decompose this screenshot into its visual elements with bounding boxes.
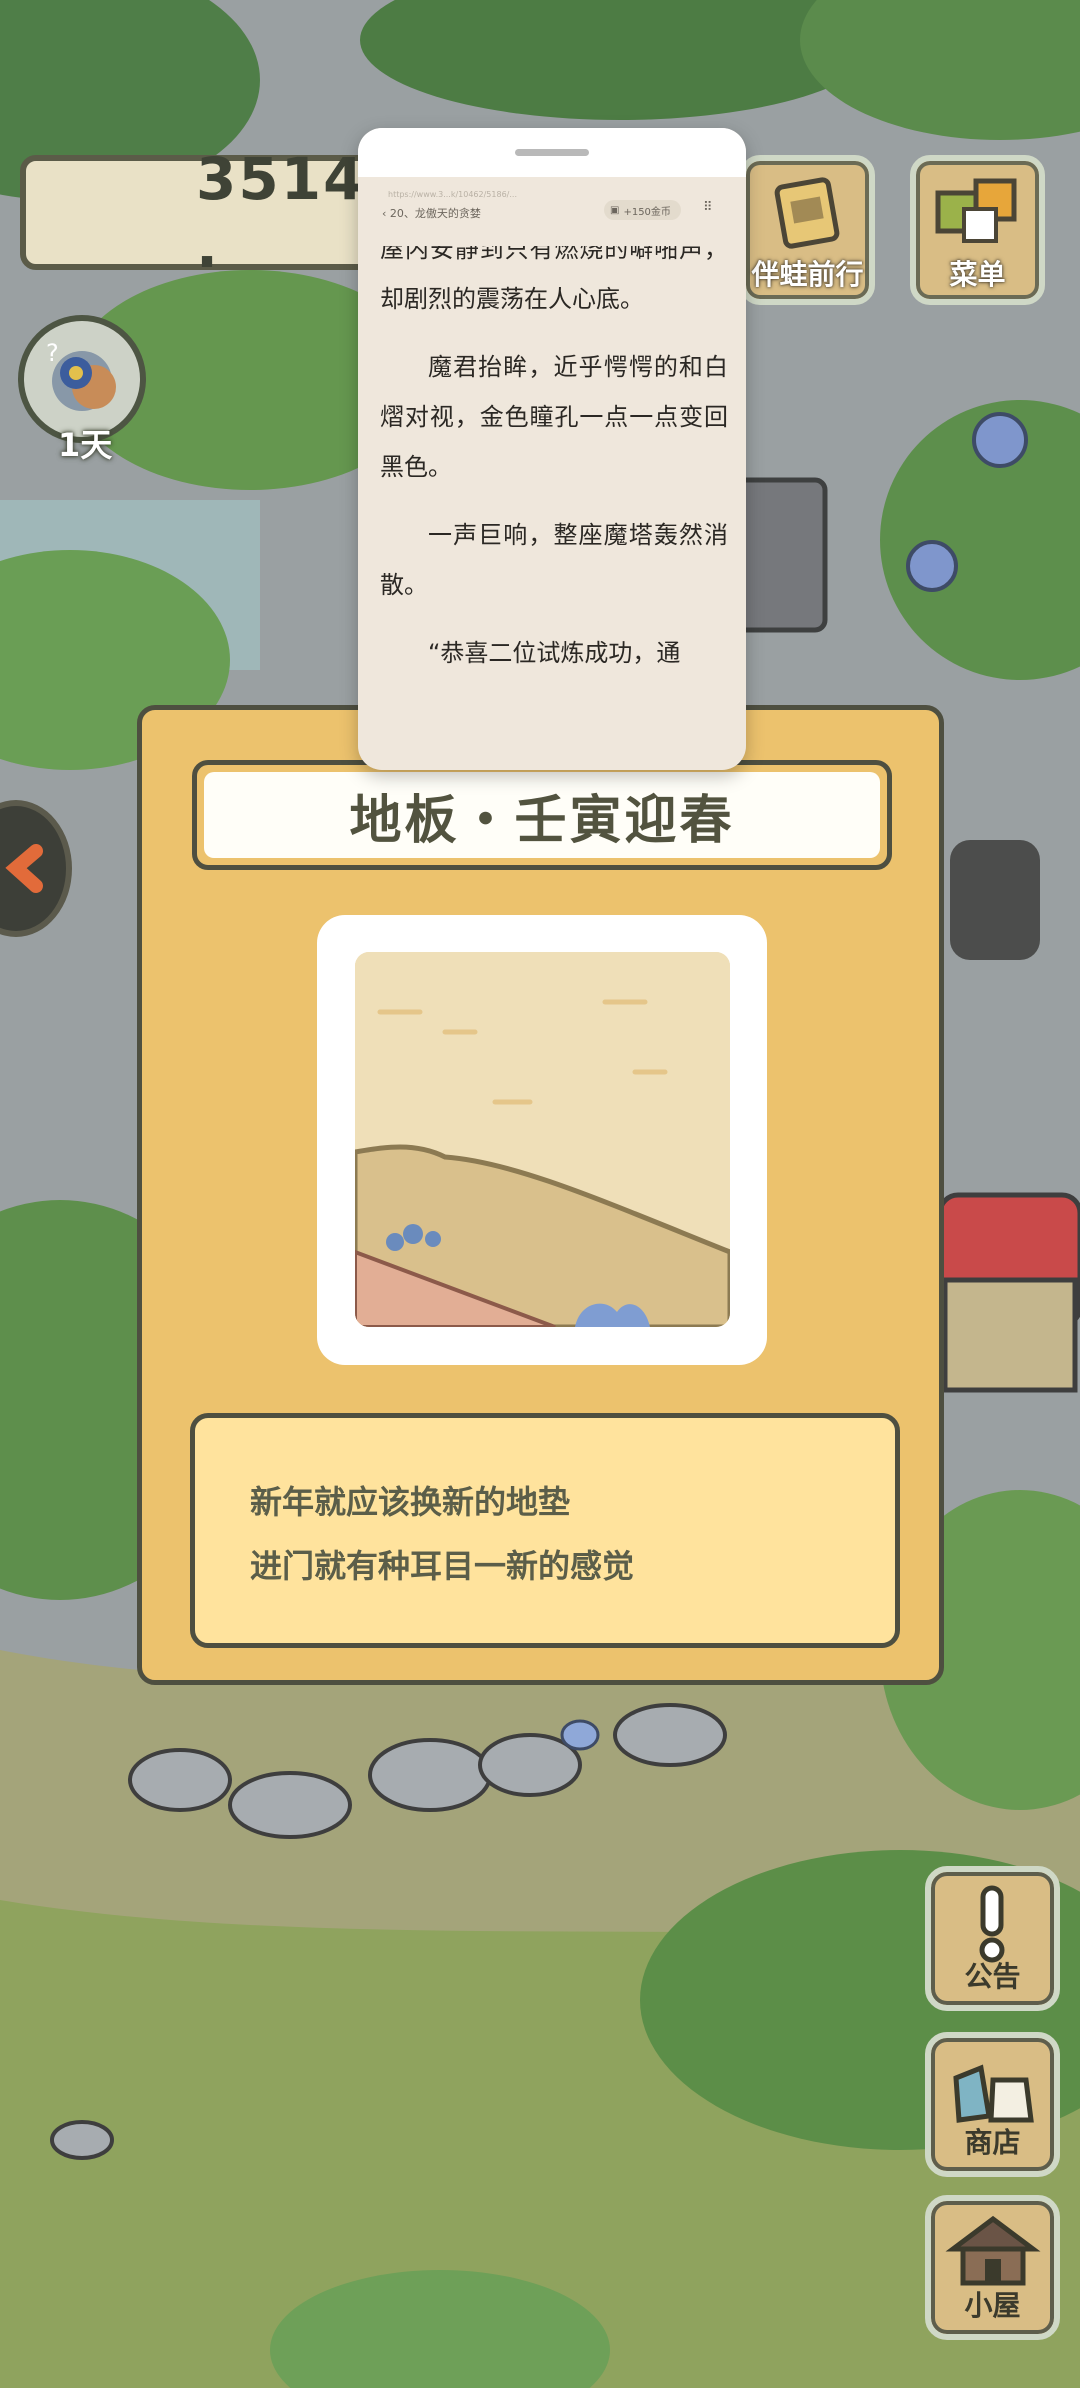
item-detail-card: 地板・壬寅迎春 新年就应该换新的地垫 进门就有种耳目一新的感觉 [137, 705, 944, 1685]
reader-drag-bar[interactable] [358, 128, 746, 177]
house-button[interactable]: 小屋 [925, 2195, 1060, 2340]
notice-button[interactable]: 公告 [925, 1866, 1060, 2011]
menu-button[interactable]: 菜单 [910, 155, 1045, 305]
shop-button-label: 商店 [964, 2126, 1021, 2159]
reader-paragraph: 一声巨响，整座魔塔轰然消散。 [380, 521, 728, 599]
item-description-line: 新年就应该换新的地垫 [250, 1483, 571, 1521]
shop-button[interactable]: 商店 [925, 2032, 1060, 2177]
menu-button-label: 菜单 [949, 258, 1006, 291]
floor-mat-illustration [355, 952, 730, 1327]
arrow-left-icon [5, 844, 43, 893]
travel-with-frog-button[interactable]: 伴蛙前行 [740, 155, 875, 305]
reader-url: https://www.3...k/10462/5186/... [388, 190, 517, 199]
reader-header: https://www.3...k/10462/5186/... ‹ 20、龙傲… [358, 178, 746, 224]
coin-reward-badge[interactable]: ▣ +150金币 [604, 200, 681, 220]
reader-text-body: 屋内安静到只有燃烧的噼啪声，却剧烈的震荡在人心底。 魔君抬眸，近乎愕愕的和白熠对… [380, 246, 728, 756]
item-description-line: 进门就有种耳目一新的感觉 [250, 1547, 635, 1585]
drag-handle-icon[interactable] [515, 149, 589, 156]
reader-paragraph: “恭喜二位试炼成功，通 [428, 639, 681, 667]
floating-reader-window[interactable]: https://www.3...k/10462/5186/... ‹ 20、龙傲… [358, 128, 746, 770]
day-count-label: 1天 [58, 426, 113, 464]
grid-dots-icon[interactable]: ⠿ [703, 200, 713, 215]
item-image [355, 952, 730, 1327]
reader-paragraph: 魔君抬眸，近乎愕愕的和白熠对视，金色瞳孔一点一点变回黑色。 [380, 353, 728, 481]
coin-reward-label: +150金币 [623, 206, 671, 218]
back-arrow-button[interactable] [0, 800, 72, 937]
travel-button-label: 伴蛙前行 [751, 258, 864, 291]
book-icon [774, 177, 840, 249]
house-button-label: 小屋 [964, 2289, 1021, 2322]
svg-text:?: ? [46, 339, 59, 367]
coin-icon: ▣ [610, 204, 620, 216]
score-value: 3514 . [196, 144, 366, 281]
item-title-box: 地板・壬寅迎春 [192, 760, 892, 870]
item-image-frame [317, 915, 767, 1365]
reader-chapter-back[interactable]: ‹ 20、龙傲天的贪婪 [382, 205, 481, 221]
notice-button-label: 公告 [964, 1960, 1021, 1993]
item-description-box: 新年就应该换新的地垫 进门就有种耳目一新的感觉 [190, 1413, 900, 1648]
item-title: 地板・壬寅迎春 [349, 790, 735, 851]
menu-icon [935, 178, 1017, 243]
reader-paragraph: 屋内安静到只有燃烧的噼啪声，却剧烈的震荡在人心底。 [380, 246, 728, 313]
score-board: 3514 . [20, 145, 380, 281]
